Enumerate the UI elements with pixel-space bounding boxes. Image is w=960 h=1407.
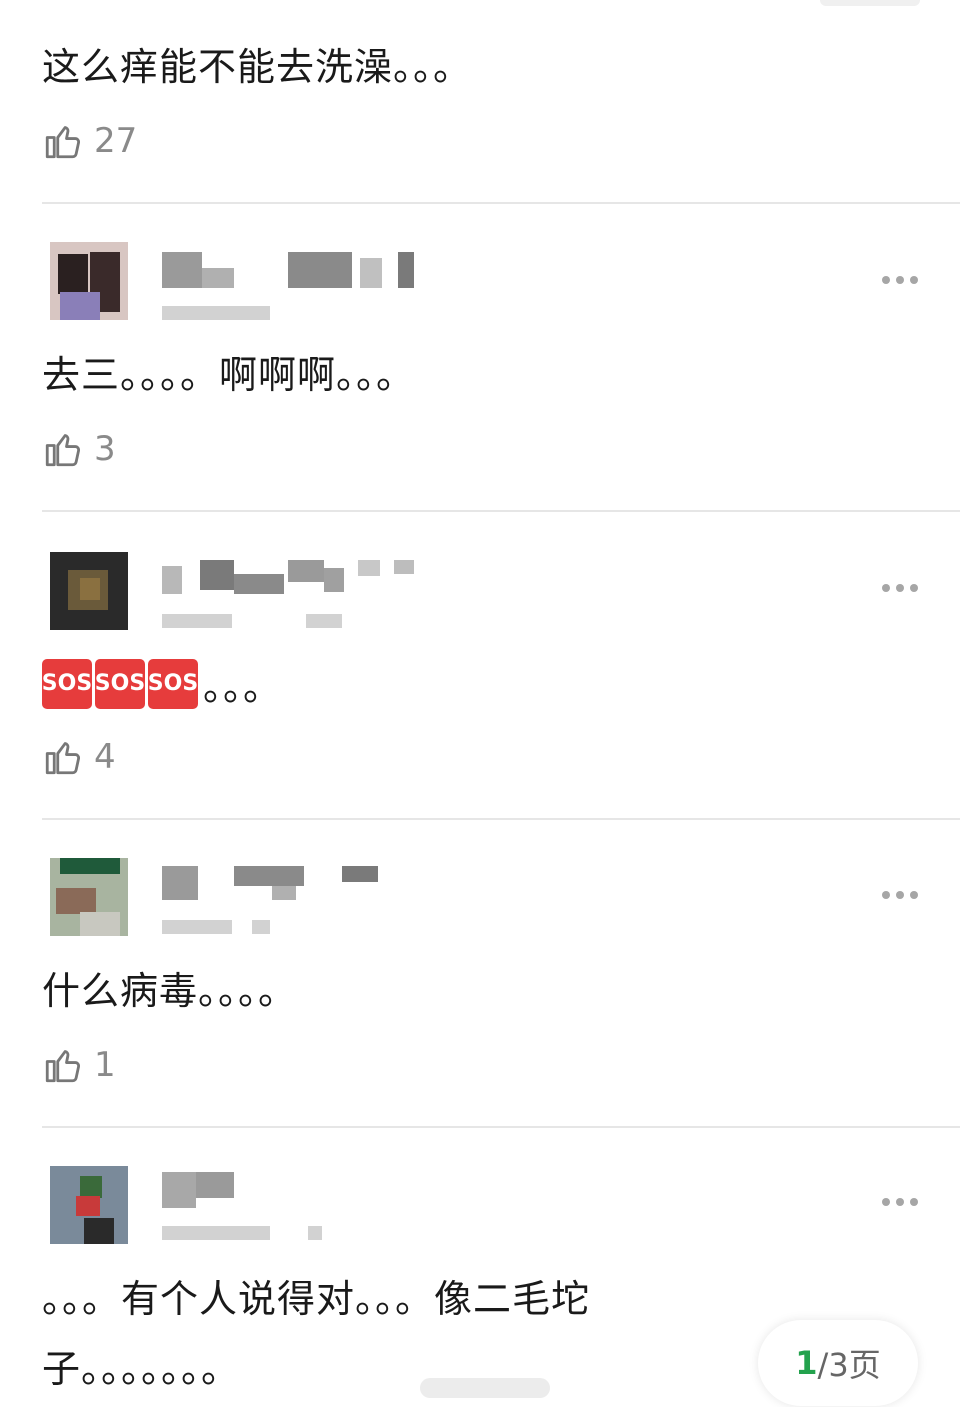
meta-blurred bbox=[162, 614, 342, 630]
divider bbox=[42, 1126, 960, 1128]
username-blurred bbox=[162, 866, 414, 902]
divider bbox=[42, 510, 960, 512]
more-dots-icon[interactable] bbox=[872, 1190, 928, 1214]
more-dots-icon[interactable] bbox=[872, 268, 928, 292]
sos-emoji: SOS bbox=[148, 658, 198, 709]
avatar[interactable] bbox=[50, 242, 128, 320]
like-button[interactable]: 27 bbox=[42, 116, 137, 166]
username-blurred bbox=[162, 1172, 414, 1208]
avatar[interactable] bbox=[50, 858, 128, 936]
like-button[interactable]: 4 bbox=[42, 732, 116, 782]
comment-text: 。。。 bbox=[203, 665, 283, 709]
avatar[interactable] bbox=[50, 1166, 128, 1244]
page-total: /3页 bbox=[817, 1346, 881, 1384]
like-count: 3 bbox=[94, 429, 116, 469]
meta-blurred bbox=[162, 920, 342, 936]
meta-blurred bbox=[162, 306, 342, 322]
comment-text: 去三。。。。啊啊啊。。。 bbox=[42, 353, 416, 397]
like-count: 4 bbox=[94, 737, 116, 777]
thumbs-up-icon bbox=[45, 742, 81, 775]
comment-text: 什么病毒。。。。 bbox=[42, 969, 298, 1013]
comment-text-line1: 。。。有个人说得对。。。像二毛坨 bbox=[42, 1277, 591, 1321]
username-blurred bbox=[162, 560, 414, 596]
thumbs-up-icon bbox=[45, 1050, 81, 1083]
thumbs-up-icon bbox=[45, 434, 81, 467]
bottom-blur bbox=[420, 1378, 550, 1398]
more-dots-icon[interactable] bbox=[872, 883, 928, 907]
like-button[interactable]: 1 bbox=[42, 1040, 116, 1090]
comment-text-line2: 子。。。。。。。 bbox=[42, 1347, 241, 1391]
page-current: 1 bbox=[795, 1344, 818, 1382]
sos-emoji-row: SOS SOS SOS 。。。 bbox=[42, 656, 282, 711]
top-edge bbox=[820, 0, 920, 6]
like-button[interactable]: 3 bbox=[42, 424, 116, 474]
thumbs-up-icon bbox=[45, 126, 81, 159]
username-blurred bbox=[162, 252, 414, 288]
page-indicator[interactable]: 1 /3页 bbox=[758, 1320, 918, 1406]
like-count: 27 bbox=[94, 121, 138, 161]
meta-blurred bbox=[162, 1226, 342, 1242]
like-count: 1 bbox=[94, 1045, 116, 1085]
divider bbox=[42, 818, 960, 820]
comment-text: 这么痒能不能去洗澡。。。 bbox=[42, 45, 473, 89]
divider bbox=[42, 202, 960, 204]
sos-emoji: SOS bbox=[42, 658, 92, 709]
sos-emoji: SOS bbox=[95, 658, 145, 709]
avatar[interactable] bbox=[50, 552, 128, 630]
more-dots-icon[interactable] bbox=[872, 576, 928, 600]
